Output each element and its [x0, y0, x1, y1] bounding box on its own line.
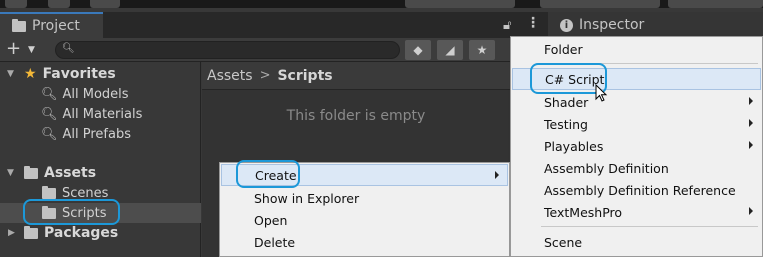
shapes-icon: ◆: [413, 43, 423, 57]
pause-button[interactable]: [48, 0, 70, 8]
empty-folder-message: This folder is empty: [286, 108, 426, 124]
callout-create: [236, 160, 300, 188]
menu-item-label: Testing: [544, 116, 588, 132]
menu-item-shader[interactable]: Shader: [512, 91, 761, 113]
tree-item-packages[interactable]: ▶ Packages: [0, 223, 201, 243]
chevron-down-icon[interactable]: ▼: [7, 69, 14, 79]
menu-item-label: Delete: [254, 234, 296, 250]
project-toolbar: + ▼ 🔍︎ ◆ ◢ ★: [0, 38, 510, 62]
chevron-down-icon[interactable]: ▼: [7, 168, 14, 178]
submenu-arrow-icon: [749, 207, 753, 215]
folder-icon: [24, 225, 38, 239]
step-button[interactable]: [90, 0, 120, 8]
breadcrumb-scripts[interactable]: Scripts: [277, 68, 332, 84]
submenu-arrow-icon: [749, 141, 753, 149]
tab-project[interactable]: Project: [0, 12, 103, 38]
tab-inspector-label: Inspector: [579, 17, 645, 33]
collab-button[interactable]: [405, 0, 515, 8]
favorites-button[interactable]: ★: [469, 40, 495, 60]
tree-item-all-models[interactable]: 🔍︎ All Models: [0, 84, 201, 104]
menu-item-open[interactable]: Open: [221, 209, 508, 231]
menu-item-label: Folder: [544, 41, 583, 57]
menu-item-label: Show in Explorer: [254, 190, 360, 206]
search-icon: 🔍︎: [41, 106, 58, 122]
tab-row: Project 🔓︎ ⋮ i Inspector: [0, 12, 763, 38]
tree-item-assets[interactable]: ▼ Assets: [0, 163, 201, 183]
chevron-right-icon: >: [259, 68, 271, 83]
menu-item-label: Assembly Definition: [544, 160, 669, 176]
menu-item-label: TextMeshPro: [544, 204, 623, 220]
folder-tree: ▼ ★ Favorites 🔍︎ All Models 🔍︎ All Mater…: [0, 62, 201, 257]
open-folder-icon: [24, 165, 38, 179]
tab-inspector[interactable]: i Inspector: [548, 12, 763, 38]
tree-item-label: Packages: [44, 225, 119, 241]
menu-item-delete[interactable]: Delete: [221, 231, 508, 253]
menu-item-show-in-explorer[interactable]: Show in Explorer: [221, 187, 508, 209]
menu-separator: [541, 226, 758, 227]
play-button[interactable]: [5, 0, 27, 8]
menu-item-label: Assembly Definition Reference: [544, 182, 736, 198]
tree-item-label: All Materials: [62, 106, 143, 122]
tag-icon: ◢: [445, 43, 455, 57]
add-icon[interactable]: +: [6, 40, 21, 58]
menu-item-testing[interactable]: Testing: [512, 113, 761, 135]
info-icon: i: [560, 18, 573, 32]
search-icon: 🔍︎: [41, 86, 58, 102]
menu-item-assembly-definition-reference[interactable]: Assembly Definition Reference: [512, 179, 761, 201]
menu-item-label: Playables: [544, 138, 604, 154]
menu-item-scene[interactable]: Scene: [512, 231, 761, 253]
search-by-type-button[interactable]: ◆: [405, 40, 431, 60]
tree-item-all-prefabs[interactable]: 🔍︎ All Prefabs: [0, 124, 201, 144]
search-icon: 🔍︎: [62, 43, 75, 54]
menu-item-label: Shader: [544, 94, 589, 110]
folder-icon: [42, 185, 56, 199]
account-dropdown[interactable]: [540, 0, 660, 8]
more-options-icon[interactable]: ⋮: [526, 15, 540, 31]
callout-scripts: [23, 199, 120, 225]
tab-project-label: Project: [32, 18, 80, 34]
layers-dropdown[interactable]: [668, 0, 763, 8]
breadcrumb: Assets > Scripts: [202, 62, 510, 90]
lock-icon[interactable]: 🔓︎: [503, 18, 511, 33]
breadcrumb-assets[interactable]: Assets: [207, 68, 253, 84]
search-icon: 🔍︎: [41, 126, 58, 142]
mouse-cursor-icon: [595, 84, 608, 102]
submenu-arrow-icon: [749, 97, 753, 105]
search-input[interactable]: 🔍︎: [55, 41, 400, 59]
menu-item-textmeshpro[interactable]: TextMeshPro: [512, 201, 761, 223]
chevron-right-icon[interactable]: ▶: [8, 228, 15, 238]
menu-item-label: Open: [254, 212, 288, 228]
star-icon: ★: [24, 66, 37, 82]
tree-item-label: All Prefabs: [62, 126, 132, 142]
top-toolbar: [0, 0, 763, 8]
star-icon: ★: [476, 43, 488, 57]
submenu-arrow-icon: [495, 171, 499, 179]
tree-item-label: All Models: [62, 86, 129, 102]
menu-item-label: Scene: [544, 234, 583, 250]
search-by-label-button[interactable]: ◢: [437, 40, 463, 60]
submenu-arrow-icon: [749, 119, 753, 127]
menu-item-folder[interactable]: Folder: [512, 38, 761, 60]
menu-item-playables[interactable]: Playables: [512, 135, 761, 157]
folder-icon: [12, 18, 26, 32]
tree-item-favorites[interactable]: ▼ ★ Favorites: [0, 64, 201, 84]
tree-item-label: Favorites: [42, 66, 116, 82]
tree-item-all-materials[interactable]: 🔍︎ All Materials: [0, 104, 201, 124]
menu-item-assembly-definition[interactable]: Assembly Definition: [512, 157, 761, 179]
tree-item-label: Assets: [44, 165, 97, 181]
chevron-down-icon[interactable]: ▼: [28, 45, 35, 55]
